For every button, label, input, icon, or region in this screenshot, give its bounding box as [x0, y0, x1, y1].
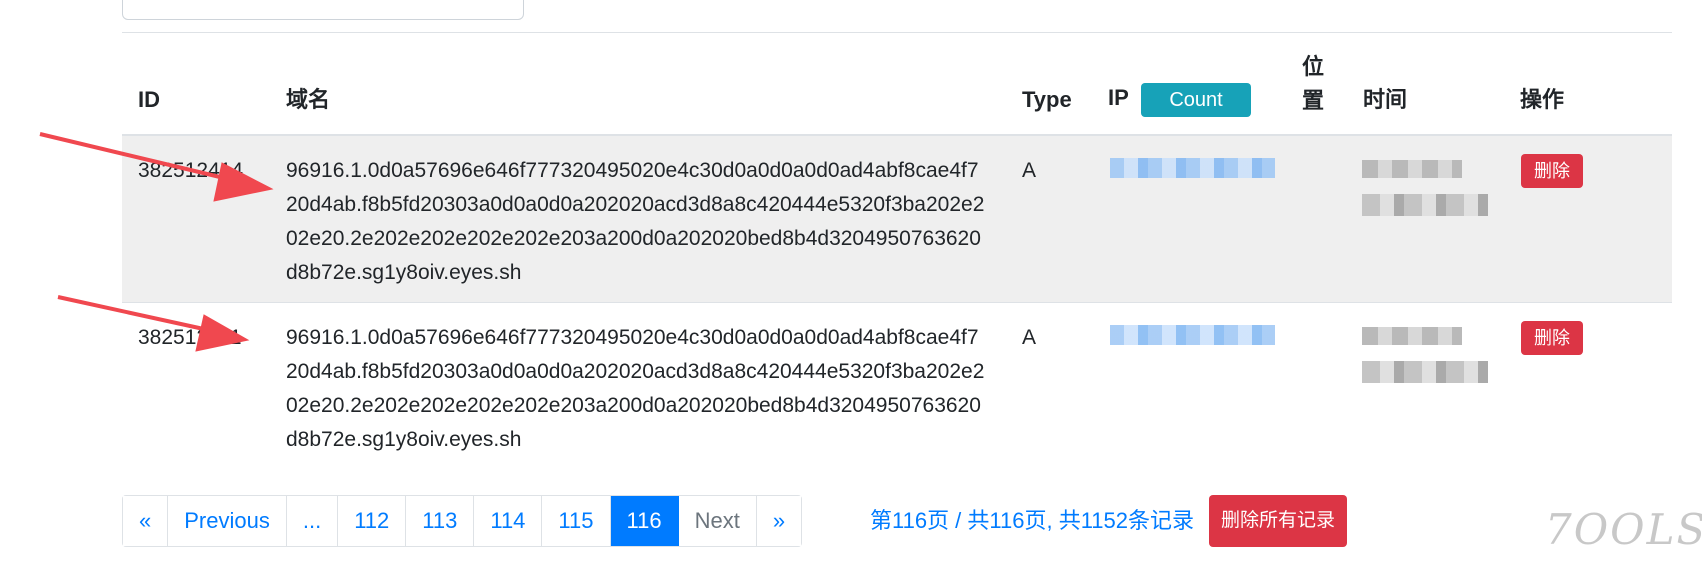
arrow-annotation	[57, 295, 223, 335]
arrow-annotation	[39, 132, 246, 185]
arrow-head	[195, 314, 250, 352]
arrow-head	[213, 162, 274, 202]
annotation-arrows	[39, 132, 274, 352]
